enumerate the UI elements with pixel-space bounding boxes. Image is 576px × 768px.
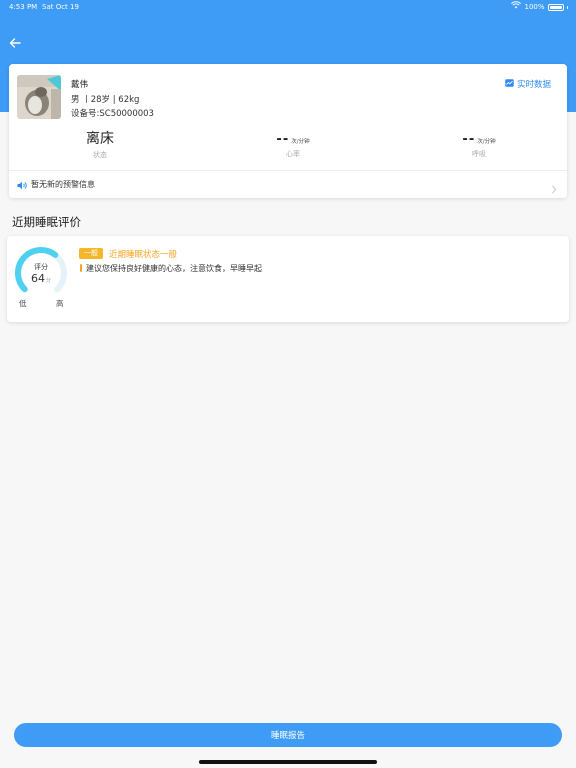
- heart-rate-label: 心率: [286, 150, 300, 158]
- stat-breathing: -- 次/分钟 呼吸: [449, 128, 509, 159]
- status-bar: 4:53 PM Sat Oct 19 100%: [0, 0, 576, 14]
- profile-card: 戴伟 男 丨28岁 | 62kg 设备号:SC50000003 实时数据 离床 …: [9, 64, 567, 198]
- status-time: 4:53 PM: [9, 3, 38, 11]
- avatar: [17, 75, 61, 119]
- heart-rate-unit: 次/分钟: [291, 139, 310, 145]
- status-date: Sat Oct 19: [42, 3, 79, 11]
- gauge-high-label: 高: [56, 299, 64, 308]
- device-id: 设备号:SC50000003: [71, 109, 154, 119]
- home-indicator: [199, 760, 377, 764]
- arrow-left-icon: [8, 35, 22, 54]
- user-name: 戴伟: [71, 80, 89, 90]
- sleep-report-button[interactable]: 睡眠报告: [14, 723, 562, 747]
- gauge-low-label: 低: [19, 299, 27, 308]
- warning-row[interactable]: 暂无新的预警信息: [17, 175, 557, 194]
- stat-heart-rate: -- 次/分钟 心率: [263, 128, 323, 159]
- user-meta: 男 丨28岁 | 62kg: [71, 95, 140, 105]
- state-label: 状态: [93, 151, 107, 159]
- warning-text: 暂无新的预警信息: [31, 179, 95, 189]
- back-button[interactable]: [8, 35, 22, 49]
- status-badge: 一般: [79, 248, 103, 259]
- heart-rate-value: --: [276, 132, 290, 147]
- section-title: 近期睡眠评价: [12, 215, 81, 229]
- divider: [9, 170, 567, 171]
- wifi-icon: [511, 0, 522, 14]
- realtime-label: 实时数据: [516, 80, 551, 90]
- battery-icon: [547, 3, 564, 11]
- score-label: 评分: [34, 263, 48, 271]
- breathing-unit: 次/分钟: [477, 139, 496, 145]
- score-value-wrap: 64分: [13, 272, 69, 285]
- battery-tip: [566, 5, 568, 9]
- sleep-status-title: 近期睡眠状态一般: [109, 250, 178, 260]
- realtime-data-link[interactable]: 实时数据: [505, 78, 551, 90]
- breathing-label: 呼吸: [472, 150, 486, 158]
- breathing-value: --: [462, 132, 476, 147]
- stat-state: 离床 状态: [75, 128, 125, 160]
- sleep-evaluation-card[interactable]: 评分 64分 低 高 一般 近期睡眠状态一般 建议您保持良好健康的心态，注意饮食…: [7, 236, 569, 322]
- state-value: 离床: [86, 131, 114, 147]
- battery-percent: 100%: [524, 3, 545, 11]
- chevron-right-icon: [551, 179, 557, 198]
- advice-marker: [80, 264, 82, 272]
- speaker-icon: [17, 175, 27, 194]
- score-value: 64: [30, 272, 45, 285]
- score-unit: 分: [45, 278, 51, 284]
- chart-icon: [505, 78, 514, 90]
- sleep-advice: 建议您保持良好健康的心态，注意饮食，早睡早起: [86, 264, 262, 273]
- status-right: 100%: [511, 0, 568, 14]
